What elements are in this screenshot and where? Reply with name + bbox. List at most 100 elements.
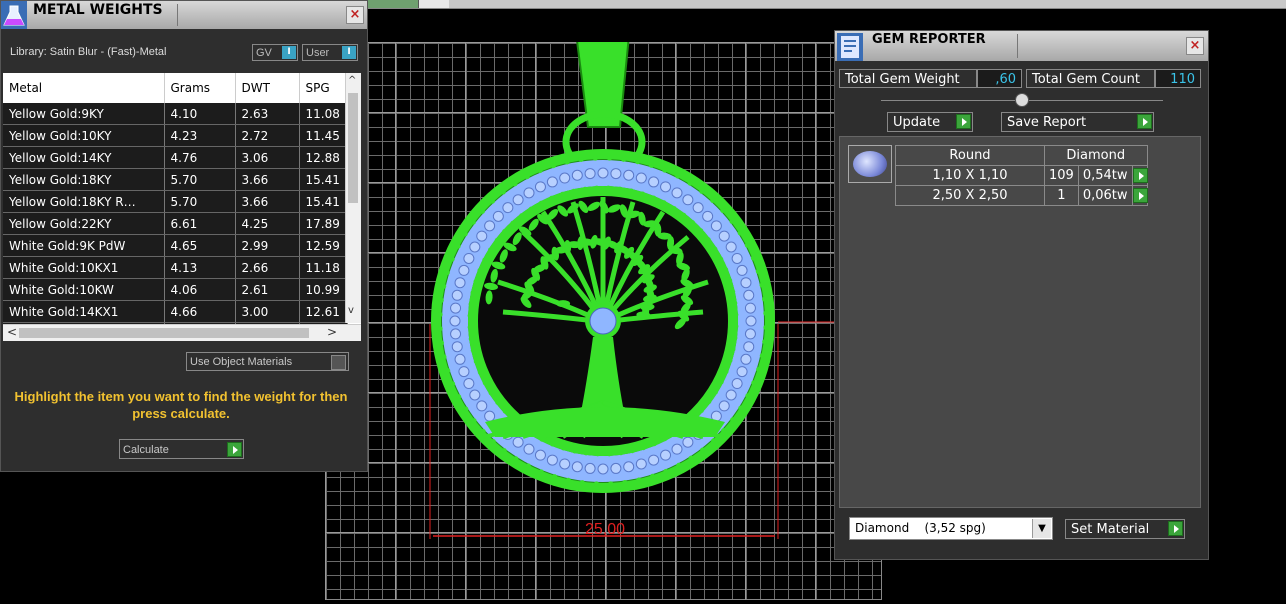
3d-viewport[interactable]: 25,00	[325, 42, 882, 600]
column-header-metal[interactable]: Metal	[3, 73, 165, 103]
material-select[interactable]: Diamond (3,52 spg) ▼	[849, 517, 1053, 540]
dwt-cell: 2.72	[235, 124, 300, 147]
dwt-cell: 2.61	[235, 278, 300, 301]
set-material-button[interactable]: Set Material	[1065, 519, 1185, 539]
chevron-down-icon[interactable]: ▼	[1032, 519, 1051, 538]
grams-cell: 5.70	[164, 168, 236, 191]
table-row[interactable]: White Gold:9K PdW 4.65 2.99 12.59	[3, 234, 348, 257]
calculate-button[interactable]: Calculate	[119, 439, 244, 459]
hscroll-thumb[interactable]	[19, 328, 309, 338]
scroll-down-icon[interactable]: v	[348, 305, 354, 316]
gem-reporter-panel: GEM REPORTER × Total Gem Weight ,60 Tota…	[834, 30, 1209, 560]
title-separator	[177, 4, 178, 26]
scroll-up-icon[interactable]: ^	[348, 75, 356, 86]
play-icon	[1132, 168, 1148, 183]
metal-name-cell: White Gold:10KX1	[3, 256, 165, 279]
metal-table-header: Metal Grams DWT SPG	[3, 73, 348, 103]
round-gem-thumbnail[interactable]	[848, 145, 892, 183]
toggle-icon	[331, 355, 346, 370]
gem-size: 2,50 X 2,50	[895, 185, 1045, 206]
play-icon	[1132, 188, 1148, 203]
gem-table: Round Diamond 1,10 X 1,10 109 0,54tw 2,5…	[895, 145, 1148, 206]
metal-name-cell: Yellow Gold:9KY	[3, 103, 165, 125]
table-row[interactable]: Yellow Gold:22KY 6.61 4.25 17.89	[3, 212, 348, 235]
user-toggle[interactable]: User I	[302, 44, 358, 61]
update-button[interactable]: Update	[887, 112, 973, 132]
table-row[interactable]: Yellow Gold:18KY R… 5.70 3.66 15.41	[3, 190, 348, 213]
dwt-cell: 3.66	[235, 168, 300, 191]
table-row[interactable]: Yellow Gold:9KY 4.10 2.63 11.08	[3, 103, 348, 125]
gem-size: 1,10 X 1,10	[895, 165, 1045, 186]
metal-weights-titlebar[interactable]: METAL WEIGHTS ×	[1, 1, 367, 29]
metal-table[interactable]: Metal Grams DWT SPG Yellow Gold:9KY 4.10 2…	[3, 73, 361, 341]
metal-weights-title: METAL WEIGHTS	[33, 2, 163, 18]
scroll-thumb[interactable]	[348, 93, 358, 203]
scroll-right-icon[interactable]: >	[327, 325, 337, 339]
update-label: Update	[893, 115, 941, 130]
column-header-grams[interactable]: Grams	[164, 73, 236, 103]
gem-list[interactable]: Round Diamond 1,10 X 1,10 109 0,54tw 2,5…	[839, 136, 1201, 508]
gem-material-header: Diamond	[1044, 145, 1148, 166]
metal-name-cell: White Gold:14KX1	[3, 300, 165, 323]
dwt-cell: 2.99	[235, 234, 300, 257]
table-row[interactable]: Yellow Gold:14KY 4.76 3.06 12.88	[3, 146, 348, 169]
dwt-cell: 4.25	[235, 212, 300, 235]
grams-cell: 6.61	[164, 212, 236, 235]
toolbar-tab[interactable]	[418, 0, 449, 8]
gem-row[interactable]: 1,10 X 1,10 109 0,54tw	[895, 165, 1148, 186]
table-row[interactable]: Yellow Gold:10KY 4.23 2.72 11.45	[3, 124, 348, 147]
library-label: Library: Satin Blur - (Fast)-Metal	[10, 46, 167, 58]
column-header-dwt[interactable]: DWT	[235, 73, 300, 103]
pendant-model[interactable]: 25,00	[325, 42, 882, 600]
gv-toggle-icon: I	[282, 46, 296, 59]
vertical-scrollbar[interactable]: ^ v	[345, 73, 361, 323]
gem-shape-header: Round	[895, 145, 1045, 166]
total-gem-weight-value: ,60	[977, 69, 1022, 88]
metal-weights-panel: METAL WEIGHTS × Library: Satin Blur - (F…	[0, 0, 368, 472]
metal-name-cell: White Gold:10KW	[3, 278, 165, 301]
toolbar-tab-active[interactable]	[368, 0, 418, 8]
table-row[interactable]: White Gold:14KX1 4.66 3.00 12.61	[3, 300, 348, 323]
gem-count: 109	[1044, 165, 1079, 186]
total-gem-count-value: 110	[1155, 69, 1201, 88]
table-row[interactable]: White Gold:10KX1 4.13 2.66 11.18	[3, 256, 348, 279]
gem-row[interactable]: 2,50 X 2,50 1 0,06tw	[895, 185, 1148, 206]
grams-cell: 4.10	[164, 103, 236, 125]
play-icon	[956, 114, 971, 129]
total-gem-weight-label: Total Gem Weight	[839, 69, 977, 88]
metal-name-cell: Yellow Gold:18KY R…	[3, 190, 165, 213]
use-object-materials-toggle[interactable]: Use Object Materials	[186, 352, 349, 371]
scroll-left-icon[interactable]: <	[7, 325, 17, 339]
grams-cell: 4.65	[164, 234, 236, 257]
close-icon[interactable]: ×	[346, 6, 364, 24]
dwt-cell: 2.66	[235, 256, 300, 279]
table-row[interactable]: Yellow Gold:18KY 5.70 3.66 15.41	[3, 168, 348, 191]
close-icon[interactable]: ×	[1186, 37, 1204, 55]
metal-name-cell: Yellow Gold:22KY	[3, 212, 165, 235]
gem-count: 1	[1044, 185, 1079, 206]
spg-cell: 17.89	[299, 212, 348, 235]
dwt-cell: 3.06	[235, 146, 300, 169]
spg-cell: 12.61	[299, 300, 348, 323]
gv-toggle[interactable]: GV I	[252, 44, 298, 61]
gem-reporter-titlebar[interactable]: GEM REPORTER ×	[835, 31, 1208, 61]
dwt-cell: 3.00	[235, 300, 300, 323]
gem-weight: 0,54tw	[1077, 165, 1133, 186]
spg-cell: 12.88	[299, 146, 348, 169]
column-header-spg[interactable]: SPG	[299, 73, 348, 103]
spg-cell: 11.45	[299, 124, 348, 147]
title-separator	[1017, 34, 1018, 58]
table-row[interactable]: White Gold:10KW 4.06 2.61 10.99	[3, 278, 348, 301]
grams-cell: 5.70	[164, 190, 236, 213]
metal-name-cell: Yellow Gold:18KY	[3, 168, 165, 191]
dwt-cell: 3.66	[235, 190, 300, 213]
gem-table-header: Round Diamond	[895, 145, 1148, 166]
select-gems-button[interactable]	[1131, 165, 1148, 186]
horizontal-scrollbar[interactable]: < >	[3, 324, 361, 341]
spg-cell: 11.08	[299, 103, 348, 125]
splitter-handle[interactable]	[1015, 93, 1029, 107]
select-gems-button[interactable]	[1131, 185, 1148, 206]
gem-weight: 0,06tw	[1077, 185, 1133, 206]
flask-icon	[1, 1, 27, 29]
save-report-button[interactable]: Save Report	[1001, 112, 1154, 132]
